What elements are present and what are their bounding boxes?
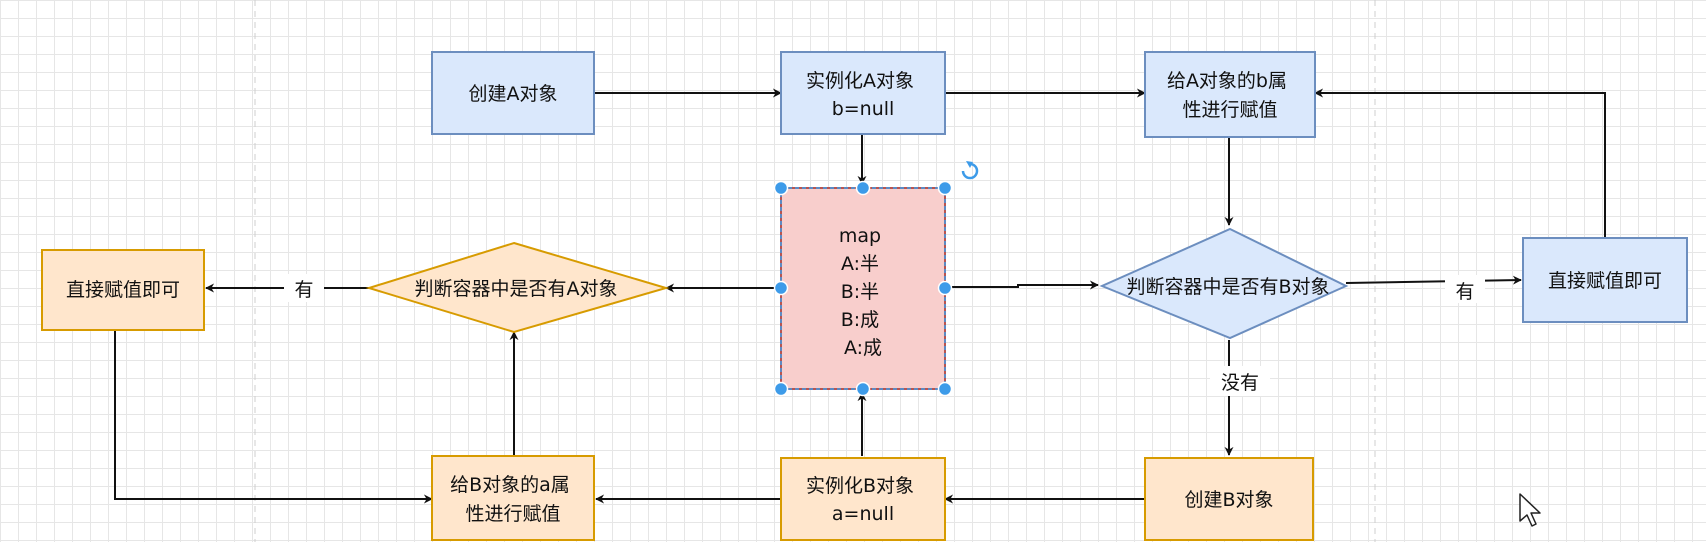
edge-map-to-check-b[interactable]: [945, 280, 1099, 290]
resize-handle-ne[interactable]: [937, 180, 953, 196]
resize-handle-nw[interactable]: [773, 180, 789, 196]
node-check-b[interactable]: 判断容器中是否有B对象: [1099, 227, 1349, 340]
flowchart-canvas: 有 有 没有 创建A对象 实例化A对象 b=null 给A对象的b属 性进行赋值…: [41, 0, 1688, 542]
node-assign-b-a[interactable]: 给B对象的a属 性进行赋值: [431, 455, 595, 541]
node-instantiate-a[interactable]: 实例化A对象 b=null: [780, 51, 946, 135]
node-direct-assign-left[interactable]: 直接赋值即可: [41, 249, 205, 331]
edge-label-has-right: 有: [1455, 281, 1474, 303]
node-label: 直接赋值即可: [66, 279, 180, 301]
node-label: 创建A对象: [469, 83, 558, 105]
node-check-a[interactable]: 判断容器中是否有A对象: [365, 241, 670, 334]
node-label: 判断容器中是否有B对象: [1126, 276, 1329, 298]
mouse-cursor-icon: [1519, 493, 1541, 527]
node-label: map A:半 B:半 B:成 A:成: [839, 225, 887, 359]
resize-handle-sw[interactable]: [773, 381, 789, 397]
edge-direct-assign-to-assign[interactable]: [1314, 88, 1606, 238]
node-map[interactable]: map A:半 B:半 B:成 A:成: [780, 187, 946, 390]
node-assign-a-b[interactable]: 给A对象的b属 性进行赋值: [1144, 51, 1316, 138]
node-instantiate-b[interactable]: 实例化B对象 a=null: [780, 457, 946, 541]
node-label: 直接赋值即可: [1548, 270, 1662, 292]
resize-handle-e[interactable]: [937, 280, 953, 296]
resize-handle-w[interactable]: [773, 280, 789, 296]
node-label: 创建B对象: [1184, 489, 1273, 511]
node-create-b[interactable]: 创建B对象: [1144, 457, 1314, 541]
edge-check-b-to-direct-assign[interactable]: [1345, 275, 1522, 285]
resize-handle-se[interactable]: [937, 381, 953, 397]
node-create-a[interactable]: 创建A对象: [431, 51, 595, 135]
edge-label-has-left: 有: [294, 279, 313, 301]
node-direct-assign-right[interactable]: 直接赋值即可: [1522, 237, 1688, 323]
rotate-icon[interactable]: [961, 161, 979, 180]
edge-direct-assign-to-assign-b[interactable]: [114, 330, 433, 504]
resize-handle-n[interactable]: [855, 180, 871, 196]
resize-handle-s[interactable]: [855, 381, 871, 397]
edge-label-none: 没有: [1221, 372, 1259, 394]
node-label: 判断容器中是否有A对象: [415, 278, 618, 300]
